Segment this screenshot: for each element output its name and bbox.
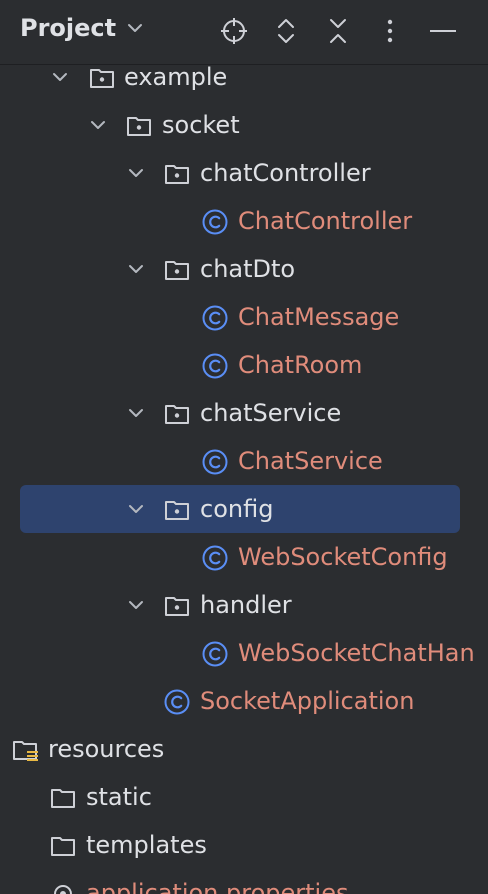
folder-icon <box>51 837 75 856</box>
tree-item-handler[interactable]: handler <box>0 581 488 629</box>
locate-file-button[interactable] <box>217 14 251 48</box>
tree-item-label: static <box>86 783 152 811</box>
chevron-down-icon[interactable] <box>126 259 146 279</box>
settings-file-icon <box>54 885 72 894</box>
resources-folder-icon <box>13 741 38 761</box>
tree-item-config[interactable]: config <box>0 485 488 533</box>
tree-item-label: chatService <box>200 399 342 427</box>
package-folder-icon <box>165 165 189 184</box>
class-icon <box>202 449 228 475</box>
package-folder-icon <box>165 501 189 520</box>
project-view-selector[interactable]: Project <box>20 14 146 42</box>
tree-item-label: ChatMessage <box>238 303 400 331</box>
tree-item-chatcontroller-class[interactable]: ChatController <box>0 197 488 245</box>
tree-item-chatcontroller[interactable]: chatController <box>0 149 488 197</box>
tree-item-static[interactable]: static <box>0 773 488 821</box>
folder-icon <box>51 789 75 808</box>
chevron-down-icon <box>128 24 143 32</box>
tree-item-websocketconfig[interactable]: WebSocketConfig <box>0 533 488 581</box>
tree-item-socketapplication[interactable]: SocketApplication <box>0 677 488 725</box>
tree-item-label: SocketApplication <box>200 687 415 715</box>
tree-item-websocketchathandler[interactable]: WebSocketChatHan <box>0 629 488 677</box>
tree-item-chatservice-class[interactable]: ChatService <box>0 437 488 485</box>
locate-icon <box>221 18 247 44</box>
tree-item-label: WebSocketChatHan <box>238 639 475 667</box>
chevron-down-icon[interactable] <box>88 115 108 135</box>
tree-item-label: chatDto <box>200 255 296 283</box>
collapse-all-button[interactable] <box>321 14 355 48</box>
tree-item-label: ChatController <box>238 207 413 235</box>
panel-title: Project <box>20 14 117 42</box>
project-tree[interactable]: example socket chatController ChatContro… <box>0 65 488 894</box>
tree-item-label: config <box>200 495 274 523</box>
tree-item-templates[interactable]: templates <box>0 821 488 869</box>
class-icon <box>202 209 228 235</box>
package-folder-icon <box>90 69 114 88</box>
expand-all-icon <box>278 19 294 43</box>
tree-item-label: application.properties <box>86 879 349 894</box>
package-folder-icon <box>165 405 189 424</box>
tree-item-chatroom[interactable]: ChatRoom <box>0 341 488 389</box>
tree-item-socket[interactable]: socket <box>0 101 488 149</box>
class-icon <box>164 689 190 715</box>
expand-all-button[interactable] <box>269 14 303 48</box>
chevron-down-icon[interactable] <box>126 499 146 519</box>
project-tool-window-header: Project <box>0 0 488 65</box>
tree-item-label: ChatService <box>238 447 383 475</box>
tree-item-application-properties[interactable]: application.properties <box>0 869 488 894</box>
tree-item-label: chatController <box>200 159 371 187</box>
chevron-down-icon[interactable] <box>126 163 146 183</box>
class-icon <box>202 305 228 331</box>
tree-item-label: example <box>124 65 228 91</box>
chevron-down-icon[interactable] <box>126 403 146 423</box>
tree-item-label: templates <box>86 831 207 859</box>
chevron-down-icon[interactable] <box>126 595 146 615</box>
package-folder-icon <box>165 261 189 280</box>
package-folder-icon <box>165 597 189 616</box>
tree-item-label: WebSocketConfig <box>238 543 448 571</box>
tree-item-resources[interactable]: resources <box>0 725 488 773</box>
class-icon <box>202 353 228 379</box>
chevron-down-icon[interactable] <box>50 67 70 87</box>
tree-item-chatservice[interactable]: chatService <box>0 389 488 437</box>
class-icon <box>202 641 228 667</box>
tree-item-chatdto[interactable]: chatDto <box>0 245 488 293</box>
tree-item-label: resources <box>48 735 165 763</box>
more-options-button[interactable] <box>373 14 407 48</box>
tree-item-chatmessage[interactable]: ChatMessage <box>0 293 488 341</box>
package-folder-icon <box>127 117 151 136</box>
hide-panel-button[interactable] <box>425 14 459 48</box>
tree-item-label: ChatRoom <box>238 351 363 379</box>
tree-item-example[interactable]: example <box>0 65 488 101</box>
tree-item-label: handler <box>200 591 292 619</box>
more-options-icon <box>387 19 393 43</box>
minimize-icon <box>430 30 456 32</box>
tree-item-label: socket <box>162 111 240 139</box>
class-icon <box>202 545 228 571</box>
collapse-all-icon <box>330 19 346 43</box>
